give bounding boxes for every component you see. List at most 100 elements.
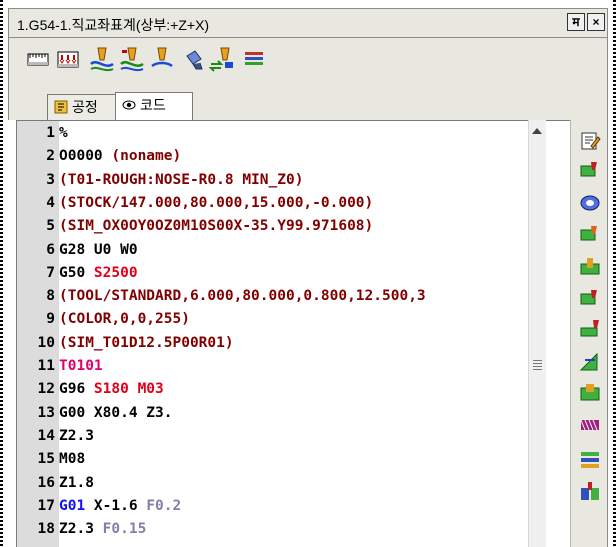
code-line[interactable]: 13 G00 X80.4 Z3. [17, 403, 557, 423]
code-line[interactable]: 8 (TOOL/STANDARD,6.000,80.000,0.800,12.50… [17, 286, 557, 306]
code-line[interactable]: 16 Z1.8 [17, 473, 557, 493]
code-text: Z2.3 [59, 426, 94, 446]
code-text: M08 [59, 449, 85, 469]
code-line[interactable]: 7 G50 S2500 [17, 263, 557, 283]
tab-process-label: 공정 [72, 99, 98, 115]
tool-path-icon[interactable] [89, 46, 115, 72]
code-token: (COLOR,0,0,255) [59, 311, 190, 328]
turning-icon[interactable] [579, 160, 601, 182]
line-number: 8 [46, 288, 55, 305]
line-number: 3 [46, 171, 55, 188]
code-line[interactable]: 15 M08 [17, 449, 557, 469]
code-token: F0.15 [102, 521, 147, 538]
edit-icon[interactable] [579, 130, 601, 152]
tab-bar: 공정 코드 [8, 82, 608, 120]
code-line[interactable]: 2 O0000 (noname) [17, 146, 557, 166]
toolbar [8, 38, 608, 82]
line-number: 16 [37, 474, 55, 491]
tool-paint-icon[interactable] [183, 46, 209, 72]
left-border [0, 0, 3, 547]
pocket-icon[interactable] [579, 382, 601, 404]
line-number: 15 [37, 451, 55, 468]
pin-button[interactable]: म [567, 13, 585, 31]
code-text: Z1.8 [59, 473, 94, 493]
drill-pattern-icon[interactable] [579, 448, 601, 470]
code-line[interactable]: 9 (COLOR,0,0,255) [17, 309, 557, 329]
line-number: 2 [46, 148, 55, 165]
vertical-scrollbar[interactable] [528, 120, 546, 547]
code-token: G96 [59, 381, 94, 398]
edge-icon[interactable] [579, 350, 601, 372]
code-token: (SIM_T01D12.5P00R01) [59, 334, 234, 351]
code-text: G00 X80.4 Z3. [59, 403, 173, 423]
groove-icon[interactable] [579, 256, 601, 278]
code-token: Z1.8 [59, 474, 94, 491]
code-token: T0101 [59, 358, 103, 374]
code-line[interactable]: 5 (SIM_OX0OY0OZ0M10S00X-35.Y99.971608) [17, 216, 557, 236]
code-text: % [59, 123, 68, 143]
close-button[interactable]: × [587, 13, 605, 31]
code-line[interactable]: 4 (STOCK/147.000,80.000,15.000,-0.000) [17, 193, 557, 213]
tab-process[interactable]: 공정 [47, 94, 117, 120]
thread-icon[interactable] [579, 318, 601, 340]
process-icon [54, 100, 68, 114]
ruler-icon[interactable] [25, 46, 51, 72]
code-token: S2500 [93, 264, 138, 281]
line-number: 11 [37, 358, 55, 374]
code-line[interactable]: 17 G01 X-1.6 F0.2 [17, 496, 557, 516]
code-token: Z2.3 [59, 427, 94, 444]
code-token: G00 X80.4 Z3. [59, 404, 173, 421]
eye-icon [122, 100, 136, 110]
line-number: 14 [37, 427, 55, 444]
code-line[interactable]: 1% [17, 123, 557, 143]
code-text: Z2.3 F0.15 [59, 519, 146, 539]
code-text: (STOCK/147.000,80.000,15.000,-0.000) [59, 193, 373, 213]
line-number: 18 [37, 521, 55, 538]
code-token: M03 [137, 381, 164, 398]
scroll-grip-icon[interactable] [533, 360, 542, 370]
code-token: G28 U0 W0 [59, 241, 138, 258]
code-text: G50 S2500 [59, 263, 138, 283]
code-line[interactable]: 12 G96 S180 M03 [17, 379, 557, 399]
code-text: (SIM_T01D12.5P00R01) [59, 333, 234, 353]
code-editor[interactable]: 1% 2 O0000 (noname) 3 (T01-ROUGH:NOSE-R0.8 M… [16, 120, 570, 547]
line-number: 13 [37, 404, 55, 421]
code-token: O0000 [59, 148, 112, 165]
code-line[interactable]: 3 (T01-ROUGH:NOSE-R0.8 MIN_Z0) [17, 170, 557, 190]
line-number: 1 [46, 125, 55, 141]
profile-icon[interactable] [579, 288, 601, 310]
tab-code-label: 코드 [140, 97, 166, 113]
line-number: 7 [46, 264, 55, 281]
nc-code-window: 1.G54-1.직교좌표계(상부:+Z+X) म × 공정 코드 1 % 2 O… [0, 0, 616, 547]
code-token: % [59, 125, 68, 141]
code-text: (TOOL/STANDARD,6.000,80.000,0.800,12.500… [59, 286, 426, 306]
title-bar[interactable]: 1.G54-1.직교좌표계(상부:+Z+X) म × [8, 8, 608, 38]
code-token: M08 [59, 451, 86, 468]
tool-swap-icon[interactable] [209, 46, 235, 72]
code-text: (T01-ROUGH:NOSE-R0.8 MIN_Z0) [59, 170, 303, 190]
knurl-icon[interactable] [579, 414, 601, 436]
code-text: (COLOR,0,0,255) [59, 309, 190, 329]
code-text: G01 X-1.6 F0.2 [59, 496, 181, 516]
tool-path-green-icon[interactable] [119, 46, 145, 72]
scroll-up-icon[interactable] [532, 128, 542, 134]
code-line[interactable]: 14 Z2.3 [17, 426, 557, 446]
line-number: 4 [46, 194, 55, 211]
code-token: S180 [93, 381, 138, 398]
code-token: (T01-ROUGH:NOSE-R0.8 MIN_Z0) [59, 171, 304, 188]
mill-icon[interactable] [579, 480, 601, 502]
layers-icon[interactable] [241, 46, 267, 72]
code-token: X-1.6 [93, 497, 147, 514]
code-text: G96 S180 M03 [59, 379, 164, 399]
face-icon[interactable] [579, 224, 601, 246]
code-token: (TOOL/STANDARD,6.000,80.000,0.800,12.500… [59, 288, 426, 305]
tab-code[interactable]: 코드 [115, 92, 193, 120]
code-line[interactable]: 18 Z2.3 F0.15 [17, 519, 557, 539]
code-token: G50 [59, 264, 94, 281]
tool-drill-icon[interactable] [149, 46, 175, 72]
boring-icon[interactable] [579, 192, 601, 214]
code-line[interactable]: 6 G28 U0 W0 [17, 240, 557, 260]
code-line[interactable]: 11 T0101 [17, 356, 557, 376]
ruler-down-icon[interactable] [55, 46, 81, 72]
code-line[interactable]: 10 (SIM_T01D12.5P00R01) [17, 333, 557, 353]
